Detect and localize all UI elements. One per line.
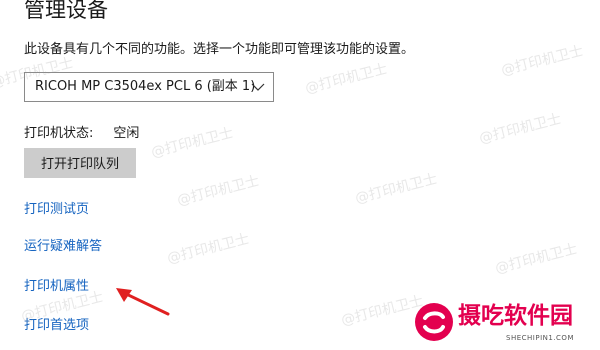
watermark-text: @打印机卫士 (149, 125, 235, 161)
open-print-queue-button[interactable]: 打开打印队列 (24, 148, 136, 178)
brand-logo-icon (415, 303, 453, 341)
watermark-text: @打印机卫士 (499, 43, 585, 79)
printer-select-dropdown[interactable]: RICOH MP C3504ex PCL 6 (副本 1) (24, 72, 274, 102)
watermark-text: @打印机卫士 (339, 293, 425, 329)
page-title: 管理设备 (24, 0, 108, 22)
page-description: 此设备具有几个不同的功能。选择一个功能即可管理该功能的设置。 (24, 42, 415, 57)
brand-name: 摄吃软件园 (458, 303, 573, 329)
printer-status-label: 打印机状态: (24, 126, 94, 141)
printer-properties-link[interactable]: 打印机属性 (24, 277, 89, 297)
annotation-arrow-icon (116, 288, 170, 316)
brand-url: SHECHIPIN1.COM (506, 334, 574, 342)
brand-badge: 摄吃软件园 SHECHIPIN1.COM (414, 300, 594, 346)
chevron-down-icon (251, 83, 265, 91)
watermark-text: @打印机卫士 (175, 173, 261, 209)
printer-select-value: RICOH MP C3504ex PCL 6 (副本 1) (35, 79, 256, 94)
print-test-page-link[interactable]: 打印测试页 (24, 200, 89, 220)
watermark-text: @打印机卫士 (353, 171, 439, 207)
watermark-text: @打印机卫士 (477, 111, 563, 147)
run-troubleshooter-link[interactable]: 运行疑难解答 (24, 237, 102, 257)
watermark-text: @打印机卫士 (493, 241, 579, 277)
printer-status-row: 打印机状态: 空闲 (24, 124, 139, 144)
printer-status-value: 空闲 (113, 126, 140, 141)
watermark-text: @打印机卫士 (303, 61, 389, 97)
watermark-text: @打印机卫士 (165, 231, 251, 267)
printing-preferences-link[interactable]: 打印首选项 (24, 316, 89, 336)
